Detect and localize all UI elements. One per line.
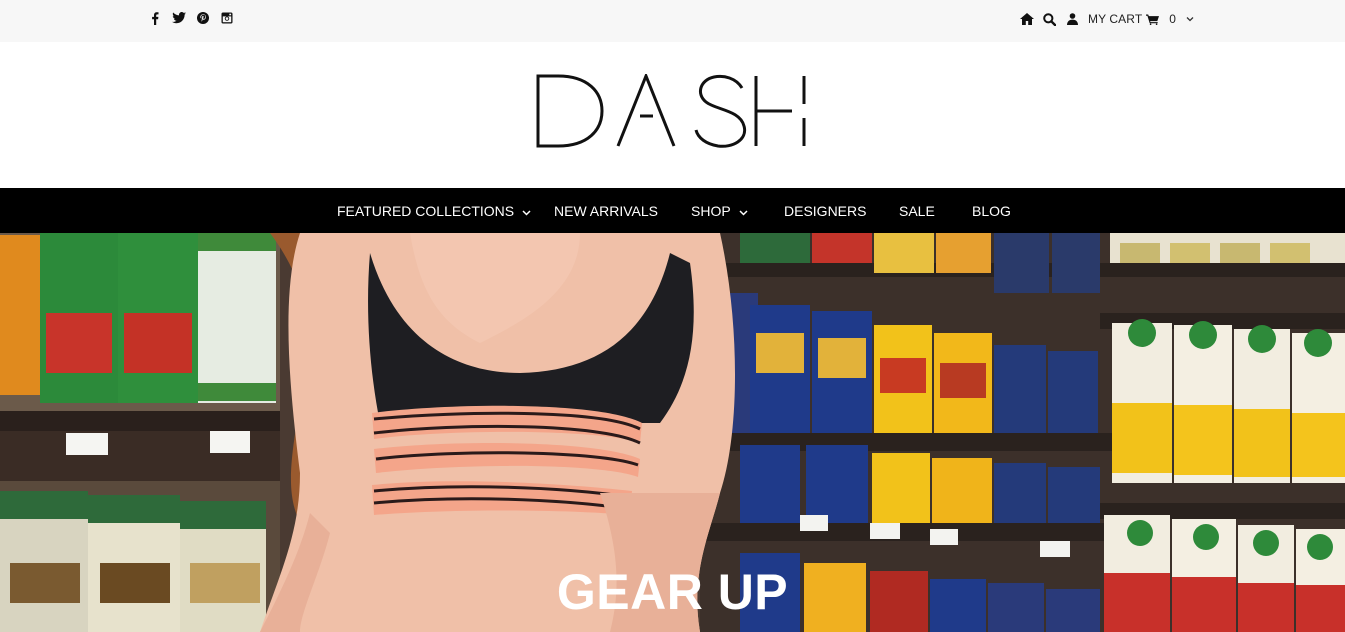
nav-blog[interactable]: BLOG [972,188,1011,233]
social-links [143,10,239,26]
hero-title[interactable]: GEAR UP [0,563,1345,621]
twitter-icon[interactable] [167,10,191,26]
pinterest-icon[interactable] [191,10,215,26]
cart-count: 0 [1169,12,1176,26]
nav-label: FEATURED COLLECTIONS [337,202,515,219]
cart-link[interactable]: MY CART [1088,12,1142,26]
nav-shop[interactable]: SHOP [691,188,748,233]
home-icon[interactable] [1020,13,1034,25]
facebook-icon[interactable] [143,10,167,26]
user-icon[interactable] [1067,13,1078,25]
instagram-icon[interactable] [215,10,239,26]
nav-featured-collections[interactable]: FEATURED COLLECTIONS [337,188,531,233]
main-navigation: FEATURED COLLECTIONS NEW ARRIVALS SHOP D… [0,188,1345,233]
nav-label: SHOP [691,202,731,219]
nav-label: BLOG [972,202,1011,219]
nav-label: NEW ARRIVALS [554,202,658,219]
nav-label: DESIGNERS [784,202,867,219]
nav-designers[interactable]: DESIGNERS [784,188,866,233]
chevron-down-icon [739,203,748,219]
chevron-down-icon [522,203,531,219]
nav-sale[interactable]: SALE [899,188,935,233]
account-utilities: MY CART 0 [1020,10,1194,28]
search-icon[interactable] [1043,12,1056,26]
nav-label: SALE [899,202,935,219]
dash-logo[interactable] [536,74,808,148]
top-utility-bar: MY CART 0 [0,0,1345,42]
nav-new-arrivals[interactable]: NEW ARRIVALS [554,188,658,233]
hero-banner[interactable]: GEAR UP [0,233,1345,632]
chevron-down-icon[interactable] [1186,16,1194,22]
cart-icon[interactable] [1146,14,1160,25]
header-logo-area [0,42,1345,188]
